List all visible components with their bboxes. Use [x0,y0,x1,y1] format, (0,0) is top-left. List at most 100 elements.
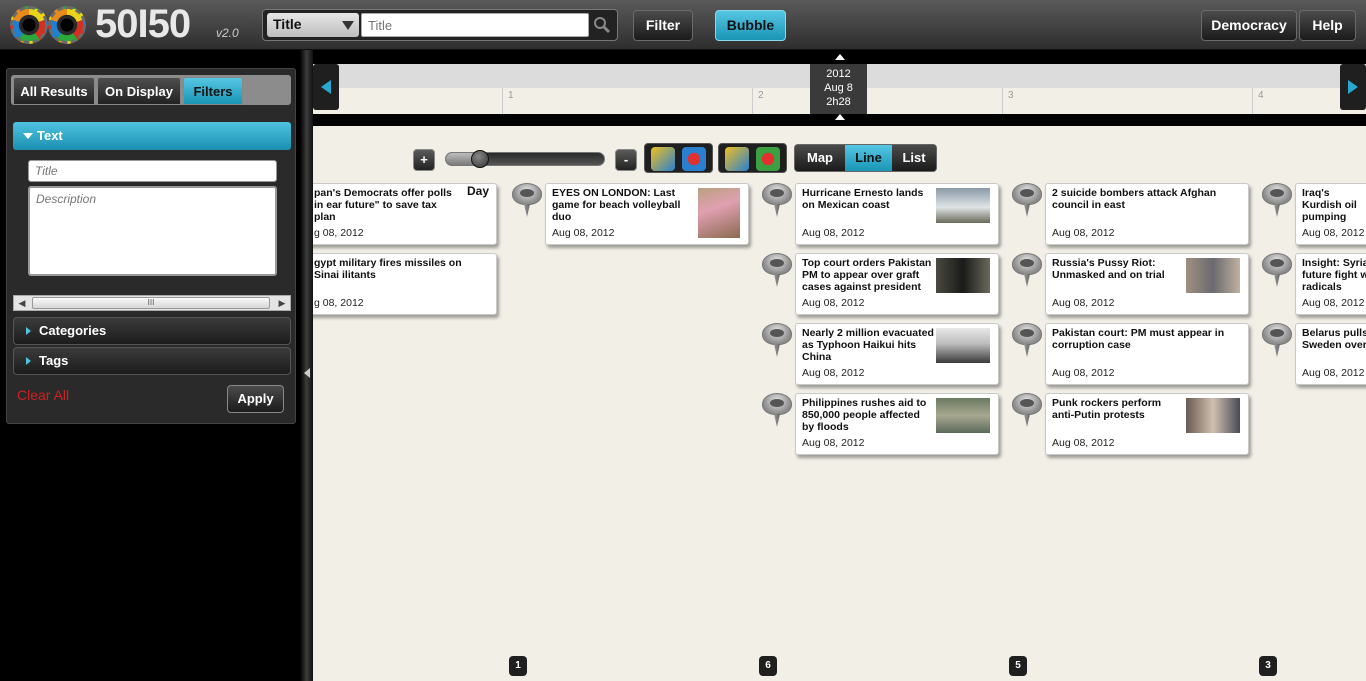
scrollbar-thumb[interactable]: III [32,297,270,309]
location-pin-icon[interactable] [762,253,792,289]
news-card-title: Insight: Syria future fight w radicals [1302,257,1366,293]
timeline-next-button[interactable] [1340,64,1366,110]
news-card[interactable]: Pakistan court: PM must appear in corrup… [1045,323,1249,385]
collapse-arrow-icon [304,368,310,378]
news-card[interactable]: Hurricane Ernesto lands on Mexican coast… [795,183,999,245]
news-card-title: Philippines rushes aid to 850,000 people… [802,397,927,433]
filter-button[interactable]: Filter [633,10,693,41]
apply-button[interactable]: Apply [227,385,284,413]
news-card[interactable]: Punk rockers perform anti-Putin protests… [1045,393,1249,455]
pin-stem [1274,344,1280,357]
pin-eye [520,189,534,197]
timeline-tick: 2 [752,88,764,114]
democracy-button[interactable]: Democracy [1201,10,1297,41]
news-card-date: g 08, 2012 [314,297,364,309]
location-pin-icon[interactable] [1012,253,1042,289]
app-version: v2.0 [216,26,239,40]
gear-logo-icon [10,6,48,44]
location-pin-icon[interactable] [762,183,792,219]
marker-year: 2012 [826,68,851,80]
tab-on-display[interactable]: On Display [97,77,181,105]
news-card-title: 2 suicide bombers attack Afghan council … [1052,187,1217,211]
news-card-title: Pakistan court: PM must appear in corrup… [1052,327,1225,351]
text-section-header[interactable]: Text [13,122,291,150]
pin-stem [524,204,530,217]
news-card[interactable]: gypt military fires missiles on Sinai il… [313,253,497,315]
view-line-button[interactable]: Line [845,145,892,171]
scroll-right-icon[interactable]: ▶ [274,296,290,310]
target-grid-icon[interactable] [756,147,780,171]
pin-stem [1024,274,1030,287]
scroll-left-icon[interactable]: ◀ [14,296,30,310]
search-field-select[interactable]: Title [267,13,359,37]
news-card[interactable]: EYES ON LONDON: Last game for beach voll… [545,183,749,245]
location-pin-icon[interactable] [1012,183,1042,219]
scale-label: Day [467,184,490,198]
news-card-title: EYES ON LONDON: Last game for beach voll… [552,187,681,223]
news-card[interactable]: Russia's Pussy Riot: Unmasked and on tri… [1045,253,1249,315]
timeline-bar: 1 2 3 4 2012 Aug 8 2h28 [313,50,1366,126]
location-pin-icon[interactable] [1012,323,1042,359]
horizontal-scrollbar[interactable]: ◀ III ▶ [13,295,291,311]
news-card[interactable]: Philippines rushes aid to 850,000 people… [795,393,999,455]
pin-eye [770,399,784,407]
location-pin-icon[interactable] [1262,323,1292,359]
view-map-button[interactable]: Map [795,145,845,171]
marker-date: Aug 8 [824,82,853,94]
location-pin-icon[interactable] [1262,183,1292,219]
sort-3-icon[interactable] [651,147,675,171]
description-filter-input[interactable] [28,186,277,276]
news-card-title: Iraq's Kurdish oil pumping [1302,187,1357,223]
news-card[interactable]: Nearly 2 million evacuated as Typhoon Ha… [795,323,999,385]
news-card[interactable]: Iraq's Kurdish oil pumping Aug 08, 2012 [1295,183,1366,245]
tab-all-results[interactable]: All Results [13,77,95,105]
location-pin-icon[interactable] [762,393,792,429]
tags-section-header[interactable]: Tags [13,347,291,375]
news-card[interactable]: Top court orders Pakistan PM to appear o… [795,253,999,315]
categories-section-header[interactable]: Categories [13,317,291,345]
pm-photo [936,258,990,293]
clear-all-link[interactable]: Clear All [17,387,69,403]
sort-8-icon[interactable] [725,147,749,171]
location-pin-icon[interactable] [1012,393,1042,429]
help-button[interactable]: Help [1299,10,1356,41]
location-pin-icon[interactable] [512,183,542,219]
location-pin-icon[interactable] [1262,253,1292,289]
sidebar-collapse-handle[interactable] [300,50,313,681]
timeline-tick-label: 1 [508,90,514,101]
view-switch: Map Line List [794,144,937,172]
timeline-prev-button[interactable] [313,64,339,110]
pin-stem [1024,204,1030,217]
zoom-out-button[interactable]: - [615,149,637,171]
bubble-button[interactable]: Bubble [715,10,786,41]
tab-filters[interactable]: Filters [183,77,243,105]
search-input[interactable] [361,13,589,37]
location-pin-icon[interactable] [762,323,792,359]
news-card[interactable]: 2 suicide bombers attack Afghan council … [1045,183,1249,245]
pin-stem [1024,344,1030,357]
news-card-title: Punk rockers perform anti-Putin protests [1052,397,1162,421]
target-icon[interactable] [682,147,706,171]
news-card-date: Aug 08, 2012 [552,227,615,239]
column-count-badge: 3 [1259,656,1277,676]
icon-group-right [718,143,787,173]
icon-group-left [644,143,713,173]
zoom-slider-handle[interactable] [471,150,489,168]
app-logo[interactable]: 50I50 [95,2,191,47]
search-icon[interactable] [593,16,611,34]
news-card[interactable]: Insight: Syria future fight w radicals A… [1295,253,1366,315]
pin-stem [1024,414,1030,427]
zoom-slider[interactable] [445,150,605,168]
volleyball-photo [698,188,740,238]
news-card-date: Aug 08, 2012 [1302,297,1365,309]
title-filter-input[interactable] [28,160,277,182]
zoom-in-button[interactable]: + [413,149,435,171]
news-card[interactable]: Belarus pulls Sweden over Aug 08, 2012 [1295,323,1366,385]
pin-eye [1020,259,1034,267]
trial-photo [1186,258,1240,293]
news-card-date: Aug 08, 2012 [1052,437,1115,449]
pin-eye [1270,329,1284,337]
timeline-tick-label: 3 [1008,90,1014,101]
view-list-button[interactable]: List [892,145,936,171]
timeline-date-marker[interactable]: 2012 Aug 8 2h28 [810,64,867,114]
